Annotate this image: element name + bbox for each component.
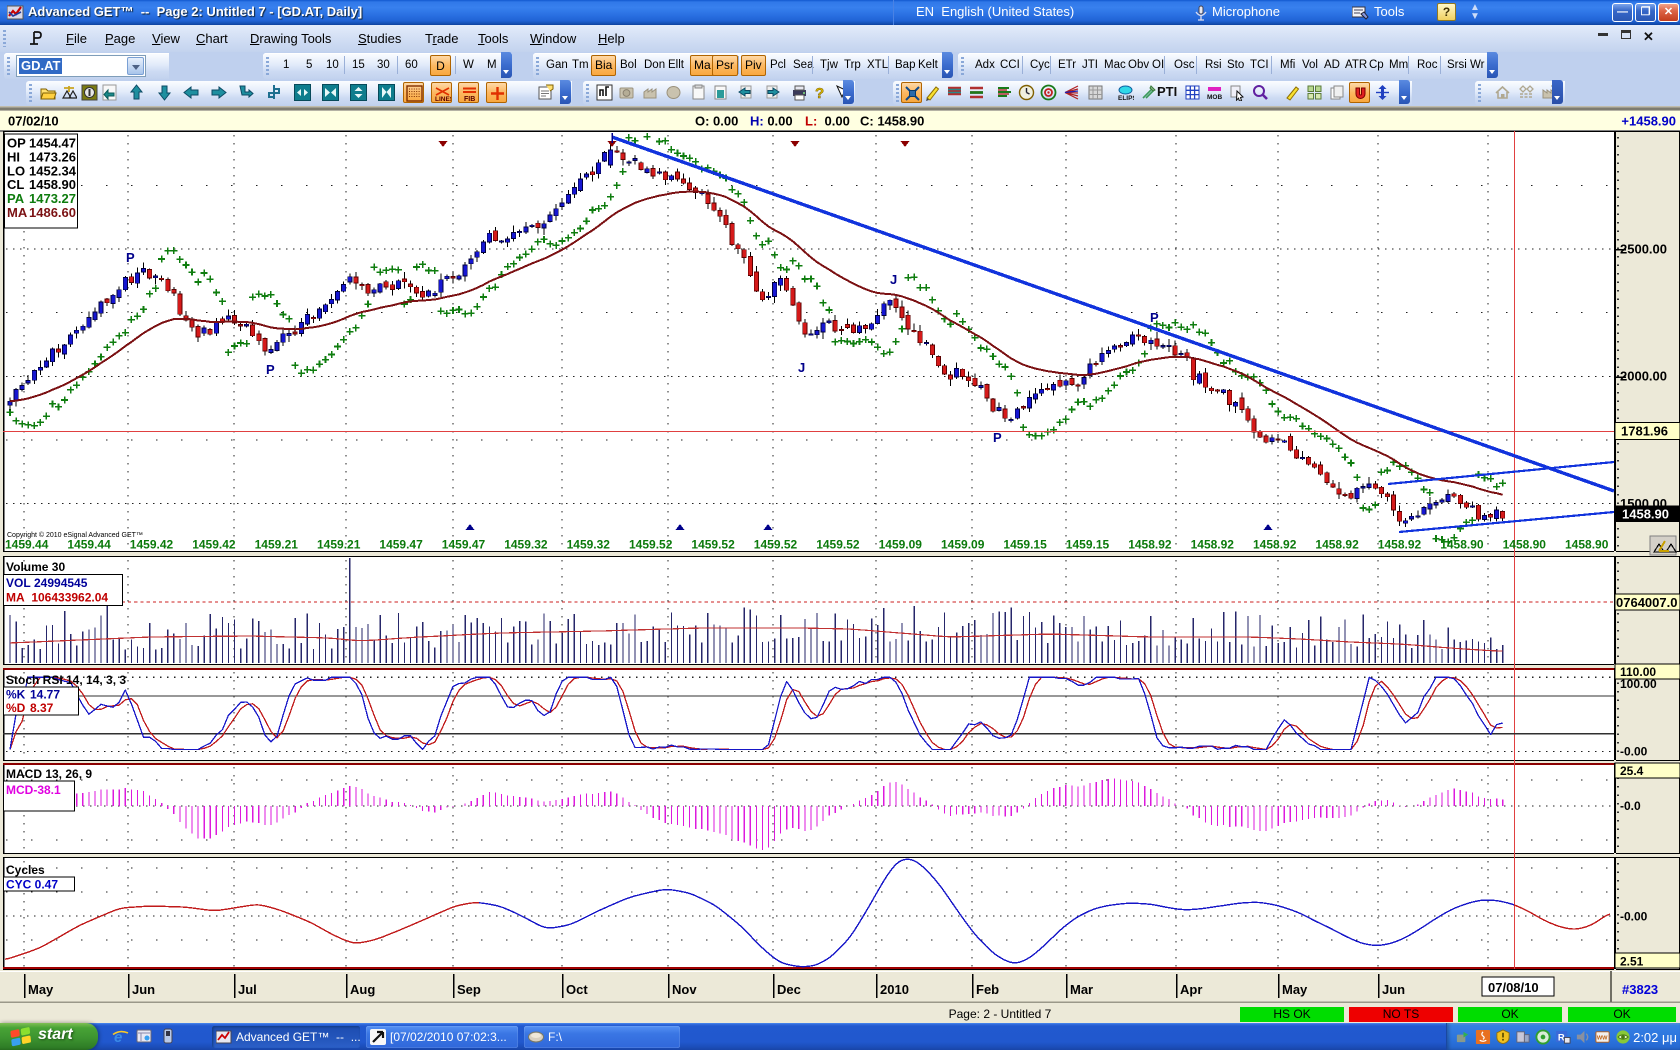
svg-text:1459.52: 1459.52: [816, 538, 860, 552]
svg-text:1458.90: 1458.90: [29, 177, 76, 192]
svg-text:1459.09: 1459.09: [879, 538, 923, 552]
svg-text:#3823: #3823: [1622, 982, 1658, 997]
svg-text:+1458.90: +1458.90: [1621, 114, 1676, 129]
svg-text:Mar: Mar: [1070, 982, 1093, 997]
svg-text:-0.00: -0.00: [1620, 910, 1648, 924]
svg-text:1473.26: 1473.26: [29, 149, 76, 164]
svg-text:1458.90: 1458.90: [1622, 507, 1669, 522]
svg-text:1459.44: 1459.44: [67, 538, 111, 552]
svg-text:P: P: [993, 430, 1002, 445]
svg-text:CYC 0.47: CYC 0.47: [6, 878, 58, 892]
svg-text:1454.47: 1454.47: [29, 136, 76, 151]
svg-text:1459.47: 1459.47: [442, 538, 486, 552]
svg-text:OP: OP: [7, 136, 26, 151]
svg-text:L: 0.00: L: 0.00: [805, 114, 850, 129]
svg-text:HI: HI: [7, 149, 20, 164]
svg-text:1486.60: 1486.60: [29, 205, 76, 220]
svg-text:100.00: 100.00: [1620, 677, 1657, 691]
svg-text:Jun: Jun: [132, 982, 155, 997]
svg-text:P: P: [126, 250, 135, 265]
svg-text:%D: %D: [6, 701, 26, 715]
svg-text:1459.52: 1459.52: [629, 538, 673, 552]
svg-text:1459.32: 1459.32: [567, 538, 611, 552]
svg-text:1473.27: 1473.27: [29, 191, 76, 206]
svg-text:1458.90: 1458.90: [1440, 538, 1484, 552]
svg-text:WW: WW: [1597, 1035, 1608, 1041]
svg-text:1458.92: 1458.92: [1128, 538, 1172, 552]
svg-text:PA: PA: [7, 191, 25, 206]
svg-text:0764007.0: 0764007.0: [1616, 595, 1677, 610]
svg-text:Nov: Nov: [672, 982, 697, 997]
svg-text:1459.47: 1459.47: [379, 538, 423, 552]
svg-text:1452.34: 1452.34: [29, 163, 77, 178]
svg-text:Volume 30: Volume 30: [6, 560, 65, 574]
svg-text:MA 106433962.04: MA 106433962.04: [6, 591, 108, 605]
svg-text:-0.00: -0.00: [1620, 745, 1648, 759]
svg-text:1459.52: 1459.52: [691, 538, 735, 552]
svg-text:CL: CL: [7, 177, 24, 192]
svg-text:May: May: [1282, 982, 1308, 997]
svg-text:LINES: LINES: [435, 96, 451, 102]
svg-text:1458.90: 1458.90: [1565, 538, 1609, 552]
svg-text:MCD-38.1: MCD-38.1: [6, 783, 61, 797]
svg-text:1459.44: 1459.44: [5, 538, 49, 552]
svg-text:1458.92: 1458.92: [1315, 538, 1359, 552]
svg-text:2000.00: 2000.00: [1620, 369, 1667, 384]
svg-text:Jun: Jun: [1382, 982, 1405, 997]
svg-text:2010: 2010: [880, 982, 909, 997]
svg-text:R: R: [1558, 1031, 1565, 1042]
svg-text:-0.0: -0.0: [1620, 799, 1641, 813]
svg-text:1458.92: 1458.92: [1191, 538, 1235, 552]
svg-text:Sep: Sep: [457, 982, 481, 997]
svg-text:1458.92: 1458.92: [1378, 538, 1422, 552]
svg-text:J: J: [890, 272, 897, 287]
svg-text:07/08/10: 07/08/10: [1488, 980, 1539, 995]
svg-text:2500.00: 2500.00: [1620, 242, 1667, 257]
svg-text:25.4: 25.4: [1620, 764, 1644, 778]
svg-text:J: J: [798, 360, 805, 375]
svg-text:MA: MA: [7, 205, 28, 220]
svg-text:1459.32: 1459.32: [504, 538, 548, 552]
svg-text:MOB: MOB: [1207, 94, 1222, 101]
svg-text:ELIPS: ELIPS: [1118, 95, 1134, 101]
svg-text:?: ?: [815, 85, 824, 101]
svg-text:VOL 24994545: VOL 24994545: [6, 576, 88, 590]
svg-text:Oct: Oct: [566, 982, 588, 997]
svg-text:8.37: 8.37: [30, 701, 54, 715]
svg-text:1459.15: 1459.15: [1066, 538, 1110, 552]
svg-text:O: 0.00: O: 0.00: [695, 114, 738, 129]
svg-text:1459.09: 1459.09: [941, 538, 985, 552]
svg-text:1458.92: 1458.92: [1253, 538, 1297, 552]
svg-text:07/02/10: 07/02/10: [8, 114, 59, 129]
svg-text:P: P: [266, 362, 275, 377]
svg-text:MACD 13, 26, 9: MACD 13, 26, 9: [6, 767, 92, 781]
svg-text:C: 1458.90: C: 1458.90: [860, 114, 924, 129]
svg-text:1781.96: 1781.96: [1621, 424, 1668, 439]
svg-text:1459.52: 1459.52: [754, 538, 798, 552]
svg-text:1458.90: 1458.90: [1503, 538, 1547, 552]
svg-text:Stoch RSI 14, 14, 3, 3: Stoch RSI 14, 14, 3, 3: [6, 673, 126, 687]
svg-text:Aug: Aug: [350, 982, 375, 997]
svg-text:1459.15: 1459.15: [1003, 538, 1047, 552]
svg-text:Feb: Feb: [976, 982, 999, 997]
svg-text:Cycles: Cycles: [6, 863, 45, 877]
svg-text:1459.21: 1459.21: [317, 538, 361, 552]
svg-text:P: P: [1150, 310, 1159, 325]
svg-text:1459.42: 1459.42: [130, 538, 174, 552]
svg-text:1459.42: 1459.42: [192, 538, 236, 552]
svg-text:H: 0.00: H: 0.00: [750, 114, 793, 129]
svg-text:%K: %K: [6, 688, 26, 702]
svg-text:Apr: Apr: [1180, 982, 1202, 997]
svg-text:Dec: Dec: [777, 982, 801, 997]
svg-text:14.77: 14.77: [30, 688, 60, 702]
svg-text:1459.21: 1459.21: [255, 538, 299, 552]
svg-text:FIB: FIB: [464, 96, 475, 102]
svg-text:LO: LO: [7, 163, 25, 178]
svg-text:Jul: Jul: [238, 982, 257, 997]
svg-text:2.51: 2.51: [1620, 955, 1644, 969]
svg-text:May: May: [28, 982, 54, 997]
